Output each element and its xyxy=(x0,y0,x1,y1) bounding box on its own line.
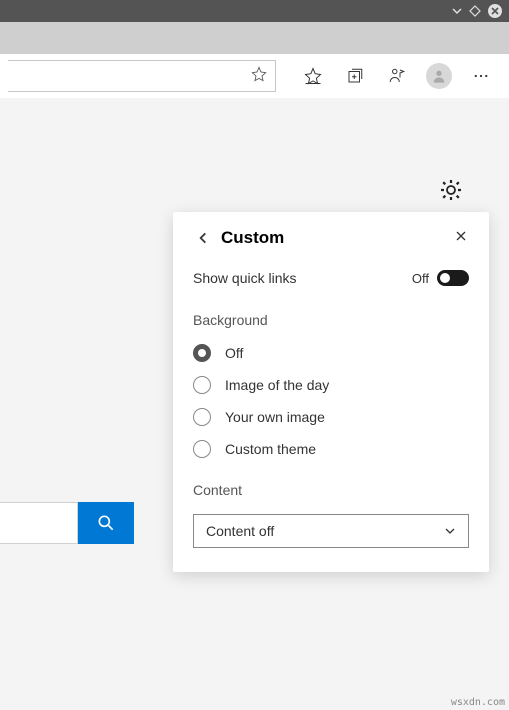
search-icon xyxy=(96,513,116,533)
browser-toolbar xyxy=(0,54,509,98)
popover-title: Custom xyxy=(221,228,284,248)
chevron-down-icon[interactable] xyxy=(451,5,463,17)
quick-links-row: Show quick links Off xyxy=(193,270,469,286)
content-section-label: Content xyxy=(193,482,469,498)
background-option-image-of-the-day[interactable]: Image of the day xyxy=(193,376,469,394)
chevron-down-icon xyxy=(444,525,456,537)
background-option-your-own-image[interactable]: Your own image xyxy=(193,408,469,426)
address-bar[interactable] xyxy=(8,60,276,92)
radio-icon xyxy=(193,408,211,426)
profile-button[interactable] xyxy=(419,56,459,96)
watermark: wsxdn.com xyxy=(451,697,505,708)
radio-icon xyxy=(193,344,211,362)
star-outline-icon[interactable] xyxy=(251,66,267,87)
gear-icon xyxy=(439,178,463,202)
close-icon[interactable] xyxy=(487,3,503,19)
collections-button[interactable] xyxy=(335,56,375,96)
person-flag-button[interactable] xyxy=(377,56,417,96)
background-section-label: Background xyxy=(193,312,469,328)
back-button[interactable] xyxy=(193,228,213,248)
quick-links-state: Off xyxy=(412,271,429,286)
window-titlebar xyxy=(0,0,509,22)
chevron-left-icon xyxy=(196,231,210,245)
search-input[interactable] xyxy=(0,502,78,544)
more-button[interactable] xyxy=(461,56,501,96)
tab-strip xyxy=(0,22,509,54)
page-content: Custom Show quick links Off Background O… xyxy=(0,98,509,692)
radio-icon xyxy=(193,376,211,394)
close-icon xyxy=(455,230,467,242)
settings-popover: Custom Show quick links Off Background O… xyxy=(173,212,489,572)
popover-close-button[interactable] xyxy=(449,224,473,248)
background-option-custom-theme[interactable]: Custom theme xyxy=(193,440,469,458)
diamond-icon[interactable] xyxy=(469,5,481,17)
background-option-off[interactable]: Off xyxy=(193,344,469,362)
content-select-value: Content off xyxy=(206,523,274,539)
search-bar xyxy=(0,502,134,544)
settings-gear-button[interactable] xyxy=(435,174,467,206)
background-radio-group: Off Image of the day Your own image Cust… xyxy=(193,344,469,458)
quick-links-toggle[interactable] xyxy=(437,270,469,286)
search-button[interactable] xyxy=(78,502,134,544)
content-select[interactable]: Content off xyxy=(193,514,469,548)
quick-links-label: Show quick links xyxy=(193,270,297,286)
avatar-icon xyxy=(426,63,452,89)
radio-icon xyxy=(193,440,211,458)
favorites-button[interactable] xyxy=(293,56,333,96)
